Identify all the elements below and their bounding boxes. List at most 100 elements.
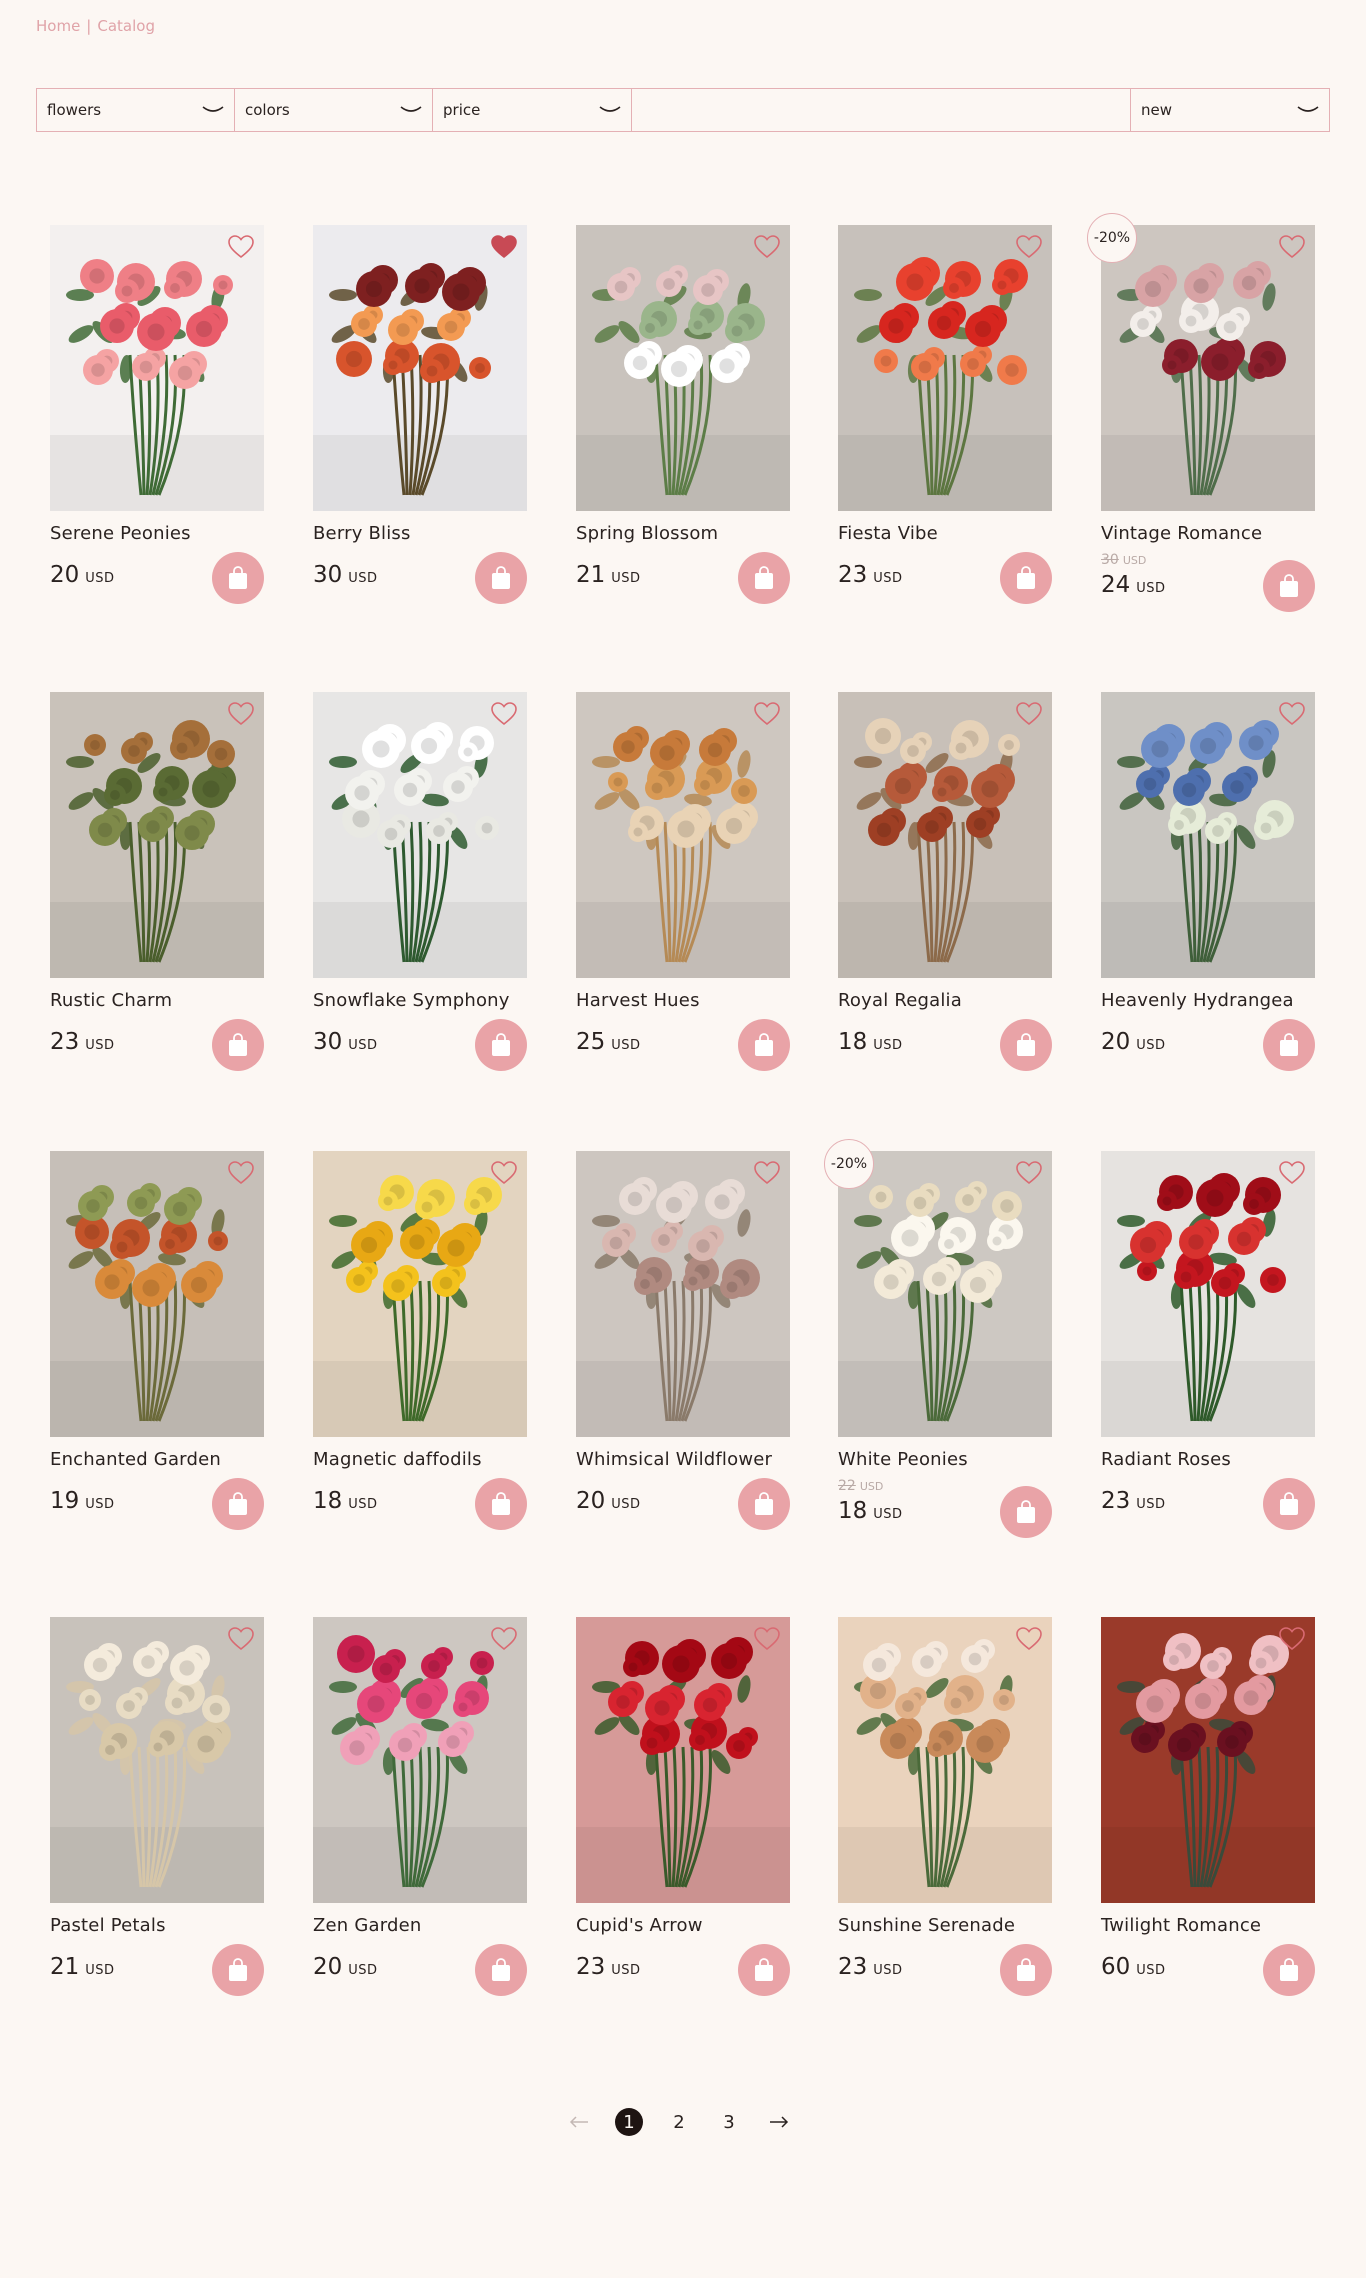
sort-dropdown[interactable]: new	[1131, 89, 1329, 131]
add-to-cart-button[interactable]	[1000, 1019, 1052, 1071]
product-card[interactable]: Sunshine Serenade 23 USD	[838, 1617, 1052, 1996]
product-image[interactable]	[50, 1151, 264, 1437]
product-card[interactable]: Snowflake Symphony 30 USD	[313, 692, 527, 1071]
heart-icon[interactable]	[1279, 235, 1305, 259]
heart-icon[interactable]	[1016, 1161, 1042, 1185]
page-3-button[interactable]: 3	[715, 2108, 743, 2136]
product-image[interactable]	[576, 225, 790, 511]
heart-icon[interactable]	[491, 702, 517, 726]
product-name[interactable]: Zen Garden	[313, 1915, 527, 1936]
product-name[interactable]: Sunshine Serenade	[838, 1915, 1052, 1936]
add-to-cart-button[interactable]	[475, 1478, 527, 1530]
prev-page-arrow-icon[interactable]	[565, 2112, 593, 2132]
product-image[interactable]	[50, 1617, 264, 1903]
product-card[interactable]: Zen Garden 20 USD	[313, 1617, 527, 1996]
product-name[interactable]: Twilight Romance	[1101, 1915, 1315, 1936]
add-to-cart-button[interactable]	[212, 1019, 264, 1071]
product-name[interactable]: Vintage Romance	[1101, 523, 1315, 544]
product-name[interactable]: White Peonies	[838, 1449, 1052, 1470]
add-to-cart-button[interactable]	[212, 1944, 264, 1996]
next-page-arrow-icon[interactable]	[765, 2112, 793, 2132]
product-name[interactable]: Serene Peonies	[50, 523, 264, 544]
product-image[interactable]	[838, 1151, 1052, 1437]
heart-icon[interactable]	[1279, 1627, 1305, 1651]
product-image[interactable]	[313, 1151, 527, 1437]
add-to-cart-button[interactable]	[212, 552, 264, 604]
product-card[interactable]: Pastel Petals 21 USD	[50, 1617, 264, 1996]
product-card[interactable]: Royal Regalia 18 USD	[838, 692, 1052, 1071]
product-name[interactable]: Radiant Roses	[1101, 1449, 1315, 1470]
add-to-cart-button[interactable]	[1000, 552, 1052, 604]
heart-icon[interactable]	[754, 1161, 780, 1185]
heart-icon[interactable]	[1016, 702, 1042, 726]
product-name[interactable]: Cupid's Arrow	[576, 1915, 790, 1936]
product-name[interactable]: Enchanted Garden	[50, 1449, 264, 1470]
heart-icon[interactable]	[1279, 1161, 1305, 1185]
add-to-cart-button[interactable]	[212, 1478, 264, 1530]
heart-icon[interactable]	[1016, 235, 1042, 259]
heart-icon[interactable]	[491, 1627, 517, 1651]
product-image[interactable]	[1101, 225, 1315, 511]
add-to-cart-button[interactable]	[475, 1944, 527, 1996]
flowers-filter-dropdown[interactable]: flowers	[37, 89, 235, 131]
add-to-cart-button[interactable]	[475, 1019, 527, 1071]
product-card[interactable]: Cupid's Arrow 23 USD	[576, 1617, 790, 1996]
add-to-cart-button[interactable]	[738, 1478, 790, 1530]
product-image[interactable]	[50, 692, 264, 978]
add-to-cart-button[interactable]	[738, 1019, 790, 1071]
breadcrumb-home-link[interactable]: Home	[36, 17, 80, 35]
product-image[interactable]	[838, 692, 1052, 978]
product-name[interactable]: Heavenly Hydrangea	[1101, 990, 1315, 1011]
add-to-cart-button[interactable]	[738, 1944, 790, 1996]
heart-icon[interactable]	[228, 1161, 254, 1185]
product-name[interactable]: Rustic Charm	[50, 990, 264, 1011]
product-name[interactable]: Harvest Hues	[576, 990, 790, 1011]
product-card[interactable]: Rustic Charm 23 USD	[50, 692, 264, 1071]
product-image[interactable]	[576, 1151, 790, 1437]
product-image[interactable]	[313, 692, 527, 978]
heart-icon[interactable]	[228, 702, 254, 726]
heart-icon[interactable]	[491, 1161, 517, 1185]
product-name[interactable]: Pastel Petals	[50, 1915, 264, 1936]
product-name[interactable]: Berry Bliss	[313, 523, 527, 544]
add-to-cart-button[interactable]	[1263, 1478, 1315, 1530]
heart-icon[interactable]	[228, 235, 254, 259]
product-card[interactable]: -20% Vintage Romance 30 USD 24 USD	[1087, 213, 1315, 612]
add-to-cart-button[interactable]	[738, 552, 790, 604]
product-image[interactable]	[313, 1617, 527, 1903]
product-name[interactable]: Snowflake Symphony	[313, 990, 527, 1011]
page-1-button[interactable]: 1	[615, 2108, 643, 2136]
colors-filter-dropdown[interactable]: colors	[235, 89, 433, 131]
product-name[interactable]: Magnetic daffodils	[313, 1449, 527, 1470]
heart-icon[interactable]	[228, 1627, 254, 1651]
product-card[interactable]: Enchanted Garden 19 USD	[50, 1151, 264, 1530]
heart-icon[interactable]	[754, 1627, 780, 1651]
heart-icon[interactable]	[754, 235, 780, 259]
add-to-cart-button[interactable]	[1263, 1019, 1315, 1071]
heart-filled-icon[interactable]	[491, 235, 517, 259]
add-to-cart-button[interactable]	[1263, 560, 1315, 612]
product-name[interactable]: Whimsical Wildflower	[576, 1449, 790, 1470]
product-name[interactable]: Fiesta Vibe	[838, 523, 1052, 544]
product-card[interactable]: -20% White Peonies 22 USD 18 USD	[824, 1139, 1052, 1538]
product-card[interactable]: Spring Blossom 21 USD	[576, 225, 790, 604]
add-to-cart-button[interactable]	[1000, 1944, 1052, 1996]
add-to-cart-button[interactable]	[1000, 1486, 1052, 1538]
product-card[interactable]: Whimsical Wildflower 20 USD	[576, 1151, 790, 1530]
product-image[interactable]	[313, 225, 527, 511]
add-to-cart-button[interactable]	[475, 552, 527, 604]
product-name[interactable]: Spring Blossom	[576, 523, 790, 544]
heart-icon[interactable]	[1279, 702, 1305, 726]
product-image[interactable]	[576, 1617, 790, 1903]
product-image[interactable]	[838, 225, 1052, 511]
product-card[interactable]: Serene Peonies 20 USD	[50, 225, 264, 604]
product-image[interactable]	[838, 1617, 1052, 1903]
product-image[interactable]	[1101, 692, 1315, 978]
product-card[interactable]: Twilight Romance 60 USD	[1101, 1617, 1315, 1996]
page-2-button[interactable]: 2	[665, 2108, 693, 2136]
product-card[interactable]: Fiesta Vibe 23 USD	[838, 225, 1052, 604]
product-card[interactable]: Heavenly Hydrangea 20 USD	[1101, 692, 1315, 1071]
product-image[interactable]	[576, 692, 790, 978]
heart-icon[interactable]	[754, 702, 780, 726]
product-image[interactable]	[50, 225, 264, 511]
